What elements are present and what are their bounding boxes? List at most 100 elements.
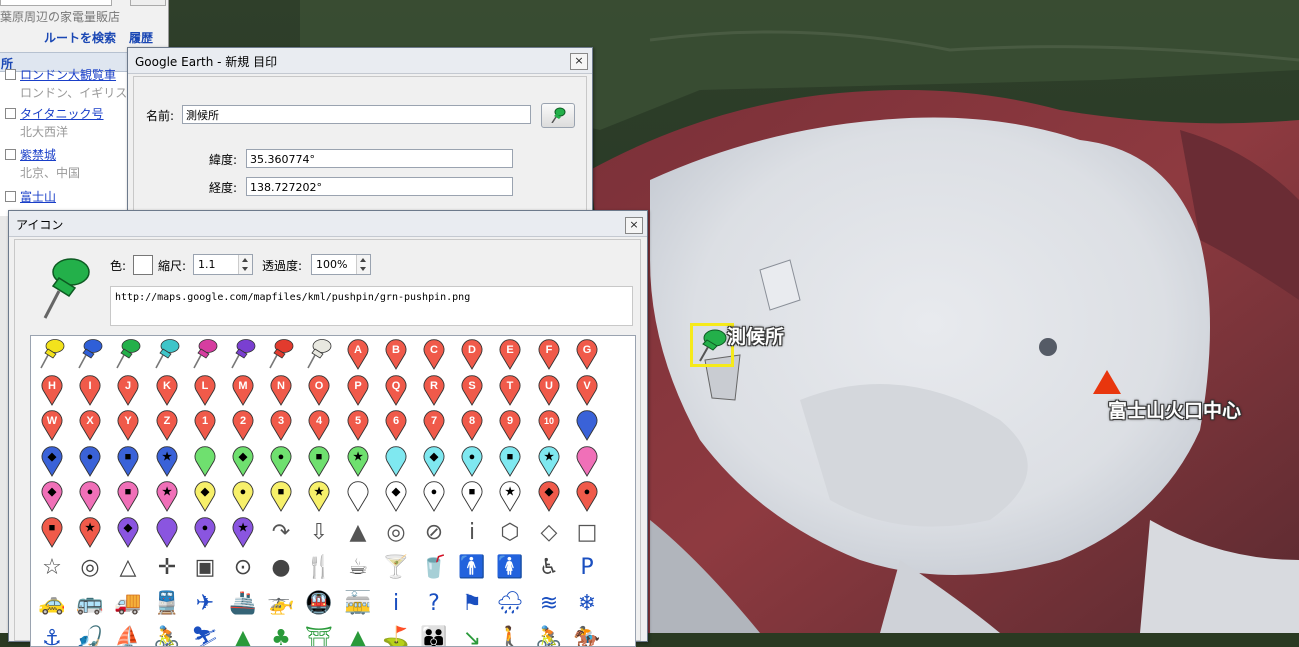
- icon-option-symbol[interactable]: ▣: [186, 549, 224, 585]
- icon-option-symbol[interactable]: ⬡: [491, 514, 529, 550]
- icon-option-symbol[interactable]: ↷: [262, 514, 300, 550]
- icon-url-field[interactable]: http://maps.google.com/mapfiles/kml/push…: [110, 286, 633, 326]
- icon-option-symbol[interactable]: ⚓: [33, 620, 71, 646]
- icon-option-marker[interactable]: 6: [377, 407, 415, 443]
- icon-option-marker[interactable]: D: [453, 336, 491, 372]
- icon-option-shape-marker[interactable]: ■: [109, 443, 147, 479]
- icon-option-marker[interactable]: 3: [262, 407, 300, 443]
- icon-option-marker[interactable]: U: [530, 372, 568, 408]
- icon-option-marker[interactable]: K: [148, 372, 186, 408]
- icon-option-shape-marker[interactable]: ◆: [415, 443, 453, 479]
- icon-option-shape-marker[interactable]: ●: [71, 443, 109, 479]
- icon-option-symbol[interactable]: ☆: [33, 549, 71, 585]
- icon-option-marker[interactable]: I: [71, 372, 109, 408]
- icon-option-symbol[interactable]: 🚋: [339, 585, 377, 621]
- icon-option-shape-marker[interactable]: ■: [33, 514, 71, 550]
- icon-option-shape-marker[interactable]: ◆: [109, 514, 147, 550]
- icon-option-symbol[interactable]: ◎: [377, 514, 415, 550]
- icon-option-shape-marker[interactable]: ■: [491, 443, 529, 479]
- icon-option-marker[interactable]: 2: [224, 407, 262, 443]
- icon-option-marker[interactable]: 4: [300, 407, 338, 443]
- icon-option-symbol[interactable]: 🚌: [71, 585, 109, 621]
- icon-option-symbol[interactable]: 🍴: [300, 549, 338, 585]
- icon-option-shape-marker[interactable]: ◆: [377, 478, 415, 514]
- icon-option-symbol[interactable]: ⊙: [224, 549, 262, 585]
- icon-option-symbol[interactable]: 🚶: [491, 620, 529, 646]
- icon-option-symbol[interactable]: 🥤: [415, 549, 453, 585]
- icon-option-shape-marker[interactable]: [186, 443, 224, 479]
- icon-option-shape-marker[interactable]: ◆: [224, 443, 262, 479]
- icon-option-symbol[interactable]: ⇩: [300, 514, 338, 550]
- icon-option-symbol[interactable]: ⚑: [453, 585, 491, 621]
- icon-option-symbol[interactable]: ♣: [262, 620, 300, 646]
- history-link[interactable]: 履歴: [129, 29, 153, 46]
- icon-option-symbol[interactable]: ▲: [339, 514, 377, 550]
- icon-option-shape-marker[interactable]: ●: [186, 514, 224, 550]
- icon-option-shape-marker[interactable]: ■: [262, 478, 300, 514]
- icon-option-marker[interactable]: 1: [186, 407, 224, 443]
- icon-option-symbol[interactable]: i: [453, 514, 491, 550]
- checkbox[interactable]: [5, 191, 16, 202]
- icon-option-marker[interactable]: L: [186, 372, 224, 408]
- icon-option-shape-marker[interactable]: ●: [415, 478, 453, 514]
- icon-option-marker[interactable]: T: [491, 372, 529, 408]
- icon-option-shape-marker[interactable]: ◆: [186, 478, 224, 514]
- icon-option-marker[interactable]: Z: [148, 407, 186, 443]
- icon-option-shape-marker[interactable]: ★: [491, 478, 529, 514]
- icon-option-shape-marker[interactable]: ●: [224, 478, 262, 514]
- icon-option-shape-marker[interactable]: ★: [71, 514, 109, 550]
- icon-option-pushpin-red[interactable]: [262, 336, 300, 372]
- name-field[interactable]: 測候所: [182, 105, 531, 124]
- icon-option-symbol[interactable]: ◎: [71, 549, 109, 585]
- icon-option-symbol[interactable]: 🚹: [453, 549, 491, 585]
- icon-option-symbol[interactable]: 🚴: [148, 620, 186, 646]
- icon-option-marker[interactable]: Q: [377, 372, 415, 408]
- color-swatch[interactable]: [133, 255, 153, 275]
- icon-option-symbol[interactable]: △: [109, 549, 147, 585]
- search-field[interactable]: [0, 0, 112, 6]
- icon-option-marker[interactable]: A: [339, 336, 377, 372]
- icon-option-shape-marker[interactable]: [148, 514, 186, 550]
- icon-option-marker[interactable]: 5: [339, 407, 377, 443]
- icon-option-symbol[interactable]: ⛵: [109, 620, 147, 646]
- icon-option-symbol[interactable]: ⊘: [415, 514, 453, 550]
- checkbox[interactable]: [5, 69, 16, 80]
- crater-label[interactable]: 富士山火口中心: [1108, 396, 1241, 423]
- icon-option-marker[interactable]: 10: [530, 407, 568, 443]
- icon-option-symbol[interactable]: i: [377, 585, 415, 621]
- icon-option-symbol[interactable]: 🌧: [491, 585, 529, 621]
- icon-option-marker[interactable]: G: [568, 336, 606, 372]
- icon-option-marker[interactable]: W: [33, 407, 71, 443]
- icon-option-symbol[interactable]: ♿: [530, 549, 568, 585]
- opacity-spinner[interactable]: 100%: [311, 254, 371, 275]
- search-button[interactable]: [130, 0, 166, 6]
- checkbox[interactable]: [5, 108, 16, 119]
- icon-option-marker[interactable]: B: [377, 336, 415, 372]
- place-link[interactable]: 紫禁城: [20, 146, 56, 163]
- icon-option-symbol[interactable]: ◇: [530, 514, 568, 550]
- dialog-titlebar[interactable]: Google Earth - 新規 目印 ×: [128, 48, 592, 74]
- icon-option-marker[interactable]: O: [300, 372, 338, 408]
- icon-option-marker[interactable]: M: [224, 372, 262, 408]
- icon-option-symbol[interactable]: ✈: [186, 585, 224, 621]
- icon-option-symbol[interactable]: 🎣: [71, 620, 109, 646]
- icon-option-symbol[interactable]: 🚁: [262, 585, 300, 621]
- icon-option-marker[interactable]: R: [415, 372, 453, 408]
- icon-option-shape-marker[interactable]: ★: [224, 514, 262, 550]
- icon-option-symbol[interactable]: ⛳: [377, 620, 415, 646]
- icon-grid[interactable]: A B C D E F G H I J K L M N O P Q R S T U V W X Y Z 1 2 3 4 5 6 7 8 9 10 ◆ ● ■…: [30, 335, 636, 647]
- longitude-field[interactable]: 138.727202°: [246, 177, 513, 196]
- icon-option-marker[interactable]: F: [530, 336, 568, 372]
- icon-option-shape-marker[interactable]: ■: [300, 443, 338, 479]
- icon-option-pushpin-yellow[interactable]: [33, 336, 71, 372]
- icon-option-symbol[interactable]: 🍸: [377, 549, 415, 585]
- icon-option-symbol[interactable]: 🚢: [224, 585, 262, 621]
- place-link[interactable]: タイタニック号: [20, 105, 104, 122]
- icon-option-shape-marker[interactable]: [339, 478, 377, 514]
- icon-option-shape-marker[interactable]: ■: [453, 478, 491, 514]
- icon-option-shape-marker[interactable]: ★: [530, 443, 568, 479]
- icon-option-shape-marker[interactable]: ●: [71, 478, 109, 514]
- icon-option-symbol[interactable]: ☕: [339, 549, 377, 585]
- spinner-arrows[interactable]: [238, 255, 252, 274]
- icon-option-shape-marker[interactable]: ■: [109, 478, 147, 514]
